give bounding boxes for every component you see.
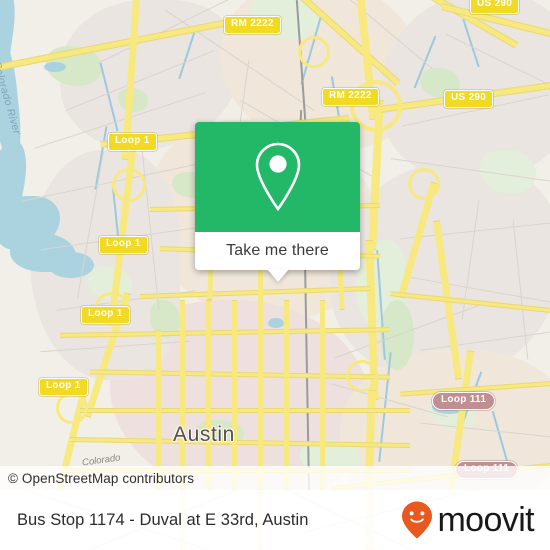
screenshot-root: Colorado River Colorado Austin RM 2222 R… [0,0,550,550]
road-shield-loop1[interactable]: Loop 1 [39,378,88,396]
road-shield-rm2222[interactable]: RM 2222 [322,88,379,106]
popup-tail [266,269,289,282]
map-popup-card[interactable]: Take me there [195,122,360,282]
moovit-wordmark: moovit [437,501,534,539]
footer-bar: Bus Stop 1174 - Duval at E 33rd, Austin … [0,490,550,550]
popup-icon-area [195,122,360,232]
osm-attribution-text[interactable]: © OpenStreetMap contributors [8,471,194,486]
road-shield-loop1[interactable]: Loop 1 [81,306,130,324]
road-shield-loop1[interactable]: Loop 1 [99,236,148,254]
place-label-austin: Austin [173,423,235,446]
popup-cta-label: Take me there [226,242,329,259]
road-shield-us290[interactable]: US 290 [470,0,520,14]
footer-stop-title: Bus Stop 1174 - Duval at E 33rd, Austin [17,510,309,529]
water-label-colorado-river: Colorado River [0,60,23,137]
road-shield-rm2222[interactable]: RM 2222 [224,16,281,34]
popup-cta-area[interactable]: Take me there [195,232,360,282]
location-pin-icon [255,142,300,212]
moovit-brand[interactable]: moovit [400,500,535,540]
map-canvas[interactable]: Colorado River Colorado Austin RM 2222 R… [0,0,550,490]
road-shield-loop111[interactable]: Loop 111 [432,392,496,410]
road-shield-loop1[interactable]: Loop 1 [108,133,157,151]
osm-attribution-bar: © OpenStreetMap contributors [0,466,550,490]
road-shield-us290[interactable]: US 290 [444,90,494,108]
moovit-smiley-pin-icon [402,501,433,539]
